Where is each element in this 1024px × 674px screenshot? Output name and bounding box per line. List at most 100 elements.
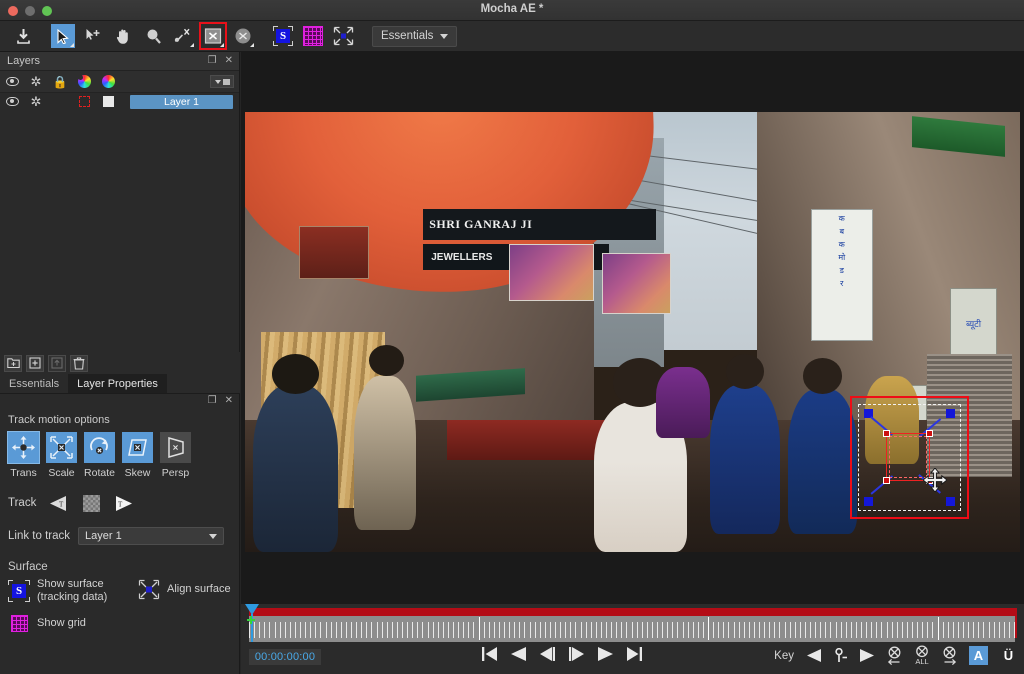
motion-option-skew[interactable]: Skew [122,432,153,479]
float-panel-icon[interactable]: ❐ [208,395,217,406]
timeline-ruler[interactable] [249,616,1015,642]
timeline-tick [799,622,801,638]
move-cursor [923,468,947,492]
layer-outline-color-swatch[interactable] [72,96,96,107]
create-ellipse-xspline-tool[interactable] [231,24,255,48]
add-layer-button[interactable] [26,354,44,372]
timeline-tick [901,622,903,638]
pan-tool[interactable] [111,24,135,48]
color-pie-icon [101,75,115,88]
perspective-icon[interactable] [160,432,191,463]
timeline-tick [616,622,618,638]
step-backward-button[interactable] [539,646,556,662]
delete-layer-button[interactable] [70,354,88,372]
create-xspline-tool[interactable] [171,24,195,48]
delete-keyframes-backward-button[interactable] [886,646,903,665]
delete-all-keyframes-button[interactable]: ALL [914,645,930,666]
tab-essentials[interactable]: Essentials [0,374,68,393]
workspace-selector[interactable]: Essentials [372,25,458,47]
viewer-panel[interactable]: क ब क मो ड र SHRI GANRAJ JI JEWELLERS ब्… [241,52,1024,604]
timeline-tick [442,622,444,638]
undo-toggle[interactable]: Ü [999,646,1018,665]
timeline-clip-range[interactable] [249,608,1017,638]
chevron-down-icon [214,79,221,84]
zoom-tool[interactable] [141,24,165,48]
timeline-tick [447,622,449,638]
surface-brackets-icon [273,26,293,46]
tab-layer-properties[interactable]: Layer Properties [68,374,167,393]
go-to-end-button[interactable] [626,646,643,662]
delete-keyframes-forward-button[interactable] [941,646,958,665]
surface-corner-handle[interactable] [864,497,873,506]
timeline-tick [891,622,893,638]
vertical-shop-sign: क ब क मो ड र [810,208,873,341]
align-surface-option[interactable]: Align surface [138,578,231,600]
show-surface-option[interactable]: S Show surface (tracking data) [8,578,138,603]
layer-settings-button[interactable]: ✲ [24,95,48,108]
chevron-down-icon [209,533,217,539]
timeline-tick [937,617,939,640]
timeline-tick [483,622,485,638]
timeline-tick [432,622,434,638]
timeline-tick [779,622,781,638]
sign-line: मो [838,252,846,262]
motion-option-trans[interactable]: Trans [7,431,40,479]
new-group-button[interactable] [4,354,22,372]
timecode-field[interactable]: 00:00:00:00 [249,649,321,665]
step-forward-button[interactable] [568,646,585,662]
link-to-track-select[interactable]: Layer 1 [78,527,224,545]
timeline-tick [305,622,307,638]
scale-icon[interactable] [46,432,77,463]
video-frame[interactable]: क ब क मो ड र SHRI GANRAJ JI JEWELLERS ब्… [245,112,1020,552]
next-keyframe-button[interactable] [859,648,875,663]
spline-control-point[interactable] [883,477,890,484]
play-forward-button[interactable] [597,646,614,662]
rotate-icon[interactable] [84,432,115,463]
add-point-tool[interactable] [81,24,105,48]
create-rectangle-xspline-tool[interactable] [199,22,227,50]
motion-option-rotate[interactable]: Rotate [84,432,115,479]
show-grid-toggle[interactable] [301,24,325,48]
go-to-start-button[interactable] [481,646,498,662]
layer-visibility-toggle[interactable] [0,97,24,106]
timeline-tick [881,622,883,638]
track-backwards-button[interactable]: T [47,493,69,513]
timeline-tick [769,622,771,638]
timeline-tick [555,622,556,638]
timeline-tick [815,622,817,638]
autokey-toggle[interactable]: A [969,646,988,665]
sign-line: ड [839,265,844,275]
spline-control-point[interactable] [883,430,890,437]
list-item[interactable]: Layer 1 [130,94,233,109]
table-row[interactable]: ✲ Layer 1 [0,93,239,110]
float-panel-icon[interactable]: ❐ [208,55,217,67]
surface-corner-handle[interactable] [946,409,955,418]
align-surface-toggle[interactable] [331,24,355,48]
grid-icon [10,614,28,632]
motion-option-persp[interactable]: Persp [160,432,191,479]
show-grid-option[interactable]: Show grid [8,612,86,634]
track-forwards-button[interactable]: T [113,493,135,513]
duplicate-layer-button[interactable] [48,354,66,372]
previous-keyframe-button[interactable] [806,648,822,663]
skew-icon[interactable] [122,432,153,463]
tracking-surface-overlay[interactable] [850,396,969,519]
select-tool[interactable] [51,24,75,48]
layers-view-options-dropdown[interactable] [210,75,234,88]
close-panel-icon[interactable]: ✕ [225,395,233,406]
motion-option-scale[interactable]: Scale [46,432,77,479]
sign-line: क [838,239,845,249]
import-icon[interactable] [11,24,35,48]
close-panel-icon[interactable]: ✕ [225,55,233,67]
translate-icon[interactable] [7,431,40,464]
spline-control-point[interactable] [926,430,933,437]
surface-corner-handle[interactable] [946,497,955,506]
timeline-tick [871,622,873,638]
add-keyframe-button[interactable] [833,648,848,663]
show-surface-toggle[interactable]: S [271,24,295,48]
play-backward-button[interactable] [510,646,527,662]
track-stop-button[interactable] [80,493,102,513]
playhead[interactable] [245,604,261,642]
show-grid-icon-wrap [8,612,30,634]
layer-fill-color-swatch[interactable] [96,96,120,107]
